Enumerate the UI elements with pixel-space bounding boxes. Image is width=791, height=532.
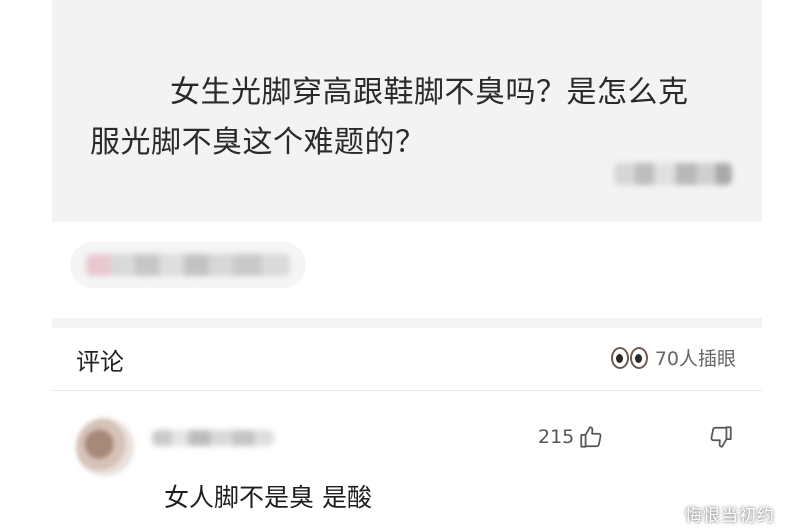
watermark: 悔恨当初约 — [685, 506, 775, 526]
header-rule — [52, 390, 762, 391]
eyes-icon — [610, 346, 649, 369]
section-divider — [52, 318, 762, 328]
comments-header: 评论 70人插眼 — [52, 328, 762, 390]
question-card: 女生光脚穿高跟鞋脚不臭吗？是怎么克服光脚不臭这个难题的？ — [52, 0, 762, 222]
thumbs-up-icon — [580, 426, 602, 448]
comment-item: 215 女人脚不是臭 是酸 — [52, 400, 762, 532]
like-button[interactable]: 215 — [538, 424, 604, 450]
watchers-button[interactable]: 70人插眼 — [610, 344, 736, 371]
comments-label: 评论 — [76, 348, 124, 376]
blurred-username[interactable] — [152, 430, 274, 446]
blurred-topic-tag[interactable] — [70, 242, 306, 288]
comment-text: 女人脚不是臭 是酸 — [164, 483, 372, 512]
question-title[interactable]: 女生光脚穿高跟鞋脚不臭吗？是怎么克服光脚不臭这个难题的？ — [90, 68, 710, 168]
dislike-button[interactable] — [708, 424, 734, 454]
watchers-count: 70人插眼 — [654, 348, 736, 370]
like-count: 215 — [538, 426, 575, 448]
thumbs-down-icon — [710, 426, 732, 448]
blurred-tag-text — [86, 254, 290, 276]
avatar[interactable] — [76, 418, 134, 476]
blurred-author-info — [614, 163, 732, 185]
